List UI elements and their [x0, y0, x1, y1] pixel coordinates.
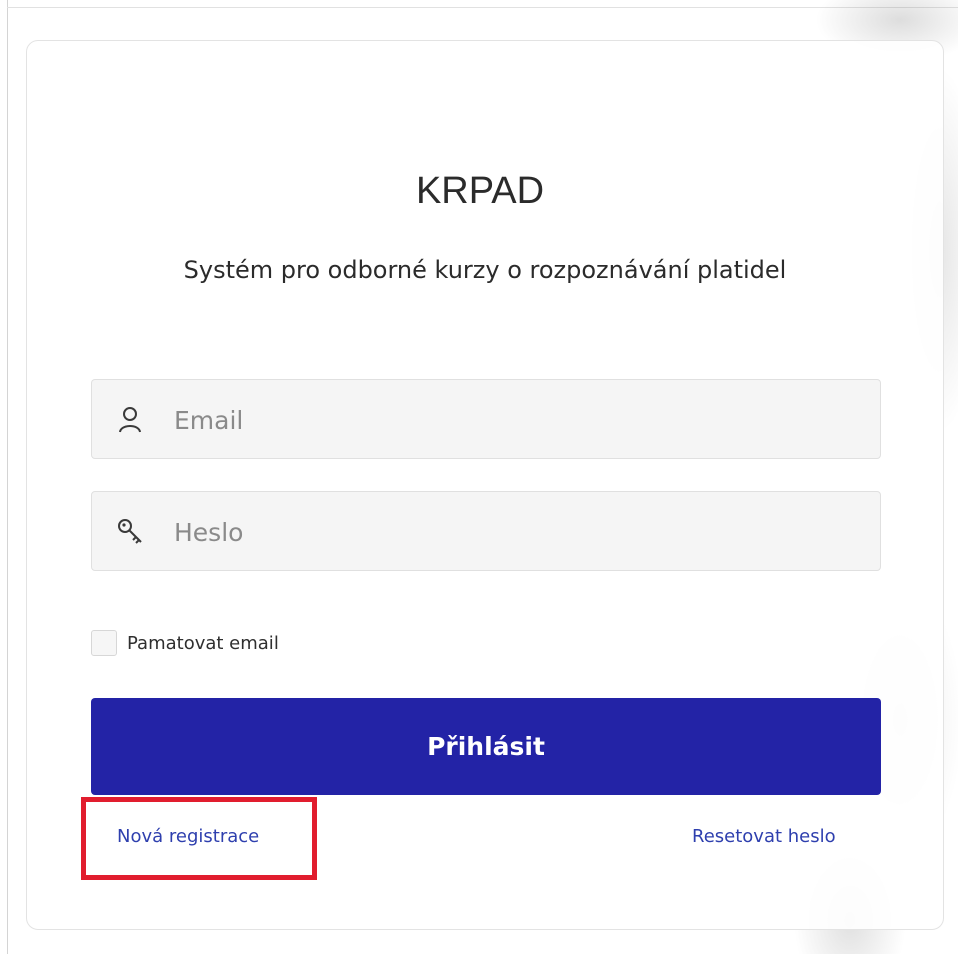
remember-email-checkbox[interactable]: [91, 630, 117, 656]
email-field[interactable]: [91, 379, 881, 460]
remember-email-option[interactable]: Pamatovat email: [91, 628, 279, 658]
login-button[interactable]: Přihlásit: [91, 698, 881, 795]
user-icon: [114, 404, 146, 436]
new-registration-link[interactable]: Nová registrace: [117, 822, 259, 852]
app-title: KRPAD: [415, 170, 545, 212]
reset-password-link[interactable]: Resetovat heslo: [692, 822, 836, 852]
email-input[interactable]: [172, 380, 866, 460]
key-icon: [114, 516, 146, 548]
window-left-border: [7, 0, 8, 954]
password-field[interactable]: [91, 491, 881, 572]
remember-email-label: Pamatovat email: [127, 632, 279, 654]
app-subtitle: Systém pro odborné kurzy o rozpoznávání …: [183, 256, 787, 284]
password-input[interactable]: [172, 492, 866, 572]
window-top-border: [7, 7, 958, 8]
